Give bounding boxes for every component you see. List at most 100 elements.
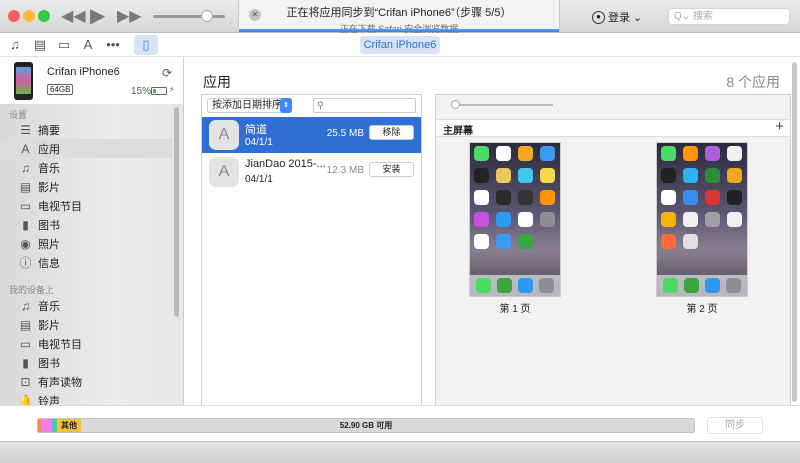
sidebar-item-sidebar.settings-3[interactable]: ▤ 影片 [0, 177, 172, 196]
app-icon[interactable] [540, 190, 555, 205]
app-row[interactable]: A 简道 04/1/1 25.5 MB 移除 [202, 117, 421, 153]
search-input[interactable]: Q⌄ 搜索 [668, 8, 790, 25]
dock-app-icon[interactable] [476, 278, 491, 293]
sidebar-item-sidebar.settings-2[interactable]: ♫ 音乐 [0, 158, 172, 177]
fast-forward-icon[interactable]: ▶▶ [117, 6, 142, 26]
more-icon[interactable]: ••• [103, 37, 123, 52]
sync-icon[interactable]: ⟳ [162, 66, 172, 80]
device-button[interactable]: Crifan iPhone6 [360, 36, 440, 54]
sidebar-item-sidebar.settings-1[interactable]: A 应用 [0, 139, 172, 158]
app-search-input[interactable]: ⚲ [313, 98, 416, 113]
minimize-window-button[interactable] [23, 10, 35, 22]
app-icon[interactable] [705, 146, 720, 161]
app-icon[interactable] [496, 212, 511, 227]
app-icon[interactable] [683, 190, 698, 205]
sync-status-title: 正在将应用同步到“Crifan iPhone6”（步骤 5/5） [286, 7, 512, 19]
sidebar-item-sidebar.settings-5[interactable]: ▮ 图书 [0, 215, 172, 234]
sync-button[interactable]: 同步 [707, 417, 763, 434]
dock-app-icon[interactable] [518, 278, 533, 293]
app-icon[interactable] [496, 168, 511, 183]
app-icon[interactable] [518, 190, 533, 205]
app-icon[interactable] [518, 146, 533, 161]
app-action-button[interactable]: 安装 [369, 162, 414, 177]
app-icon[interactable] [727, 190, 742, 205]
sidebar-item-sidebar.settings-4[interactable]: ▭ 电视节目 [0, 196, 172, 215]
sidebar-item-sidebar.ondevice-5[interactable]: 🔔 铃声 [0, 391, 172, 406]
app-icon[interactable] [727, 168, 742, 183]
volume-knob[interactable] [201, 10, 213, 22]
sidebar-item-sidebar.ondevice-1[interactable]: ▤ 影片 [0, 315, 172, 334]
app-icon[interactable] [661, 190, 676, 205]
app-icon[interactable] [474, 190, 489, 205]
sidebar-item-sidebar.settings-6[interactable]: ◉ 照片 [0, 234, 172, 253]
sidebar-item-sidebar.ondevice-4[interactable]: ⊡ 有声读物 [0, 372, 172, 391]
login-button[interactable]: ● 登录 ⌄ [592, 9, 642, 25]
app-icon[interactable] [474, 168, 489, 183]
main-scrollbar[interactable] [792, 62, 797, 402]
sidebar-scrollbar[interactable] [174, 107, 179, 317]
app-icon[interactable] [683, 234, 698, 249]
app-icon[interactable] [540, 212, 555, 227]
app-icon[interactable] [727, 212, 742, 227]
cancel-sync-icon[interactable]: ✕ [249, 9, 261, 21]
sidebar-item-sidebar.ondevice-0[interactable]: ♫ 音乐 [0, 296, 172, 315]
app-icon[interactable] [518, 212, 533, 227]
dock-app-icon[interactable] [705, 278, 720, 293]
rewind-icon[interactable]: ◀◀ [61, 6, 86, 26]
sort-label: 按添加日期排序 [212, 100, 282, 111]
dock-app-icon[interactable] [726, 278, 741, 293]
app-icon[interactable] [661, 168, 676, 183]
app-icon[interactable] [683, 168, 698, 183]
app-icon[interactable] [705, 190, 720, 205]
volume-slider[interactable] [153, 15, 225, 18]
app-icon[interactable] [661, 146, 676, 161]
app-icon[interactable] [496, 190, 511, 205]
sidebar-item-sidebar.settings-7[interactable]: ⓘ 信息 [0, 253, 172, 272]
sidebar-item-label: 电视节目 [38, 200, 82, 213]
app-icon[interactable] [518, 168, 533, 183]
app-row[interactable]: A JianDao 2015-... 04/1/1 12.3 MB 安装 [202, 154, 421, 190]
dock-app-icon[interactable] [663, 278, 678, 293]
add-page-icon[interactable]: + [775, 118, 784, 135]
app-icon[interactable] [474, 146, 489, 161]
app-icon[interactable] [540, 168, 555, 183]
sidebar-item-sidebar.settings-0[interactable]: ☰ 摘要 [0, 120, 172, 139]
app-action-button[interactable]: 移除 [369, 125, 414, 140]
sort-select[interactable]: 按添加日期排序 ⇕ [207, 98, 292, 113]
app-icon[interactable] [496, 234, 511, 249]
zoom-window-button[interactable] [38, 10, 50, 22]
zoom-slider[interactable] [456, 104, 553, 106]
app-icon[interactable] [474, 234, 489, 249]
app-icon[interactable] [683, 146, 698, 161]
dock-app-icon[interactable] [497, 278, 512, 293]
device-icon[interactable]: ▯ [134, 35, 158, 55]
tv-icon[interactable]: ▭ [54, 37, 74, 53]
app-icon[interactable] [474, 212, 489, 227]
dock-app-icon[interactable] [539, 278, 554, 293]
window-footer [0, 441, 800, 463]
dock-app-icon[interactable] [684, 278, 699, 293]
zoom-slider-knob[interactable] [451, 100, 460, 109]
sidebar-item-sidebar.ondevice-2[interactable]: ▭ 电视节目 [0, 334, 172, 353]
sidebar-item-sidebar.ondevice-3[interactable]: ▮ 图书 [0, 353, 172, 372]
app-icon[interactable] [727, 146, 742, 161]
app-icon[interactable] [661, 212, 676, 227]
app-icon[interactable] [661, 234, 676, 249]
app-icon[interactable] [518, 234, 533, 249]
home-screen-page[interactable] [656, 142, 748, 297]
app-icon[interactable] [496, 146, 511, 161]
close-window-button[interactable] [8, 10, 20, 22]
sidebar-icon: ♫ [21, 298, 30, 313]
apps-icon[interactable]: A [78, 37, 98, 52]
home-screen-page[interactable] [469, 142, 561, 297]
app-count: 8 个应用 [726, 74, 780, 90]
sidebar-icon: ☰ [20, 122, 31, 137]
app-icon[interactable] [705, 212, 720, 227]
play-icon[interactable]: ▶ [90, 3, 105, 28]
sidebar-icon: ♫ [21, 160, 30, 175]
music-icon[interactable]: ♫ [5, 37, 25, 52]
app-icon[interactable] [683, 212, 698, 227]
app-icon[interactable] [705, 168, 720, 183]
movies-icon[interactable]: ▤ [30, 37, 50, 53]
app-icon[interactable] [540, 146, 555, 161]
